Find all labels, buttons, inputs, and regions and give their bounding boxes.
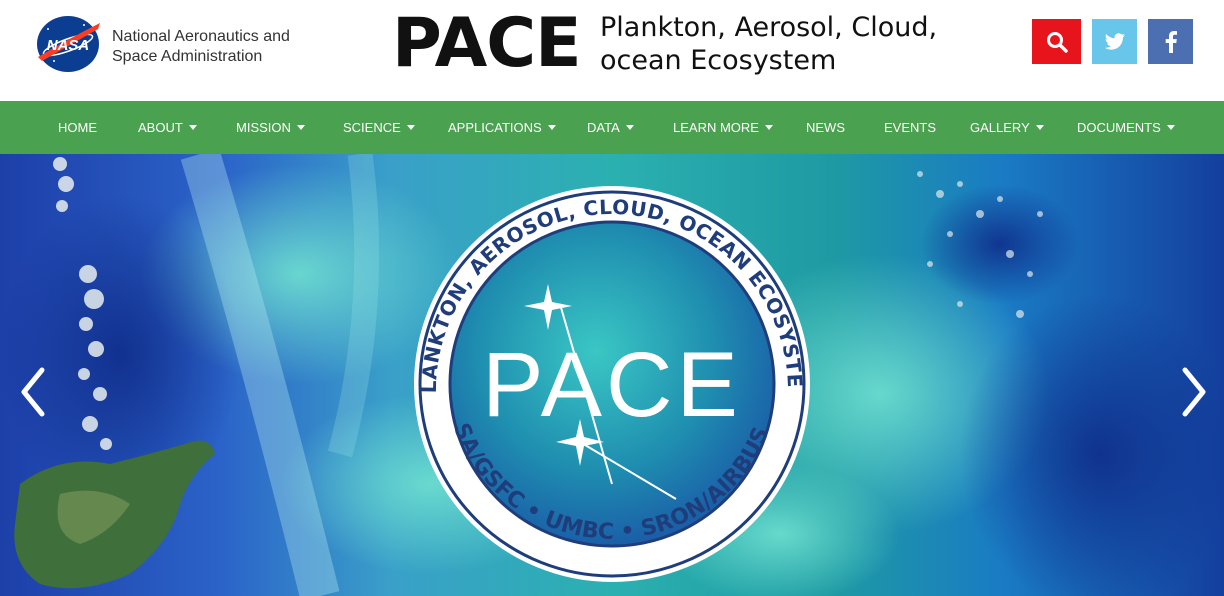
slide-next-button[interactable] (1175, 362, 1215, 422)
mission-subtitle: Plankton, Aerosol, Cloud, ocean Ecosyste… (600, 11, 937, 77)
twitter-button[interactable] (1092, 19, 1137, 64)
nasa-logo[interactable]: NASA (34, 15, 102, 73)
caret-down-icon (625, 125, 634, 131)
nav-item-gallery[interactable]: GALLERY (970, 101, 1044, 154)
ocean-satellite-image: PLANKTON, AEROSOL, CLOUD, OCEAN ECOSYSTE… (0, 154, 1224, 596)
nav-item-data[interactable]: DATA (587, 101, 634, 154)
caret-down-icon (764, 125, 773, 131)
nav-item-applications[interactable]: APPLICATIONS (448, 101, 556, 154)
twitter-icon (1104, 32, 1125, 50)
facebook-button[interactable] (1148, 19, 1193, 64)
nav-item-mission[interactable]: MISSION (236, 101, 305, 154)
svg-text:NASA: NASA (47, 37, 90, 54)
agency-name-line1: National Aeronautics and (112, 28, 290, 45)
badge-center-text: PACE (482, 334, 742, 436)
nav-item-about[interactable]: ABOUT (138, 101, 197, 154)
chevron-left-icon (21, 367, 45, 417)
main-nav: HOME ABOUT MISSION SCIENCE APPLICATIONS … (0, 101, 1224, 154)
agency-name: National Aeronautics and Space Administr… (112, 27, 290, 67)
nav-item-news[interactable]: NEWS (806, 101, 845, 154)
mission-subtitle-line2: ocean Ecosystem (600, 45, 837, 76)
search-button[interactable] (1032, 19, 1081, 64)
mission-subtitle-line1: Plankton, Aerosol, Cloud, (600, 12, 938, 43)
caret-down-icon (188, 125, 197, 131)
caret-down-icon (406, 125, 415, 131)
chevron-right-icon (1182, 367, 1206, 417)
caret-down-icon (547, 125, 556, 131)
caret-down-icon (1035, 125, 1044, 131)
nav-item-documents[interactable]: DOCUMENTS (1077, 101, 1175, 154)
hero-slideshow[interactable]: PLANKTON, AEROSOL, CLOUD, OCEAN ECOSYSTE… (0, 154, 1224, 596)
caret-down-icon (1166, 125, 1175, 131)
nav-item-science[interactable]: SCIENCE (343, 101, 415, 154)
search-icon (1046, 31, 1068, 53)
caret-down-icon (296, 125, 305, 131)
facebook-icon (1165, 30, 1177, 53)
nav-item-events[interactable]: EVENTS (884, 101, 936, 154)
slide-prev-button[interactable] (12, 362, 52, 422)
mission-title[interactable]: PACE (392, 4, 582, 84)
site-header: NASA National Aeronautics and Space Admi… (0, 0, 1224, 101)
agency-name-line2: Space Administration (112, 48, 263, 65)
nav-item-home[interactable]: HOME (58, 101, 97, 154)
nav-item-learn-more[interactable]: LEARN MORE (673, 101, 773, 154)
